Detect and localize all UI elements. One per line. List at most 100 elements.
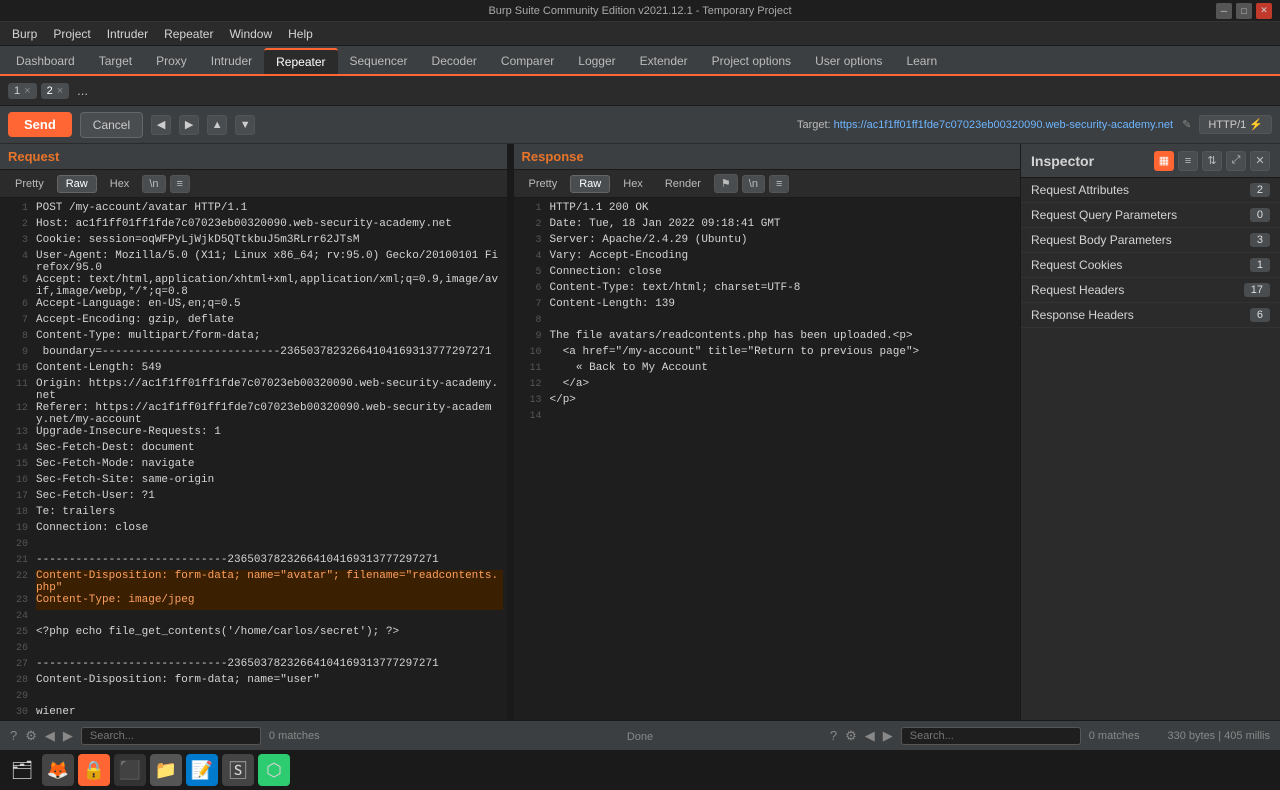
response-line: 14 <box>514 410 1021 426</box>
request-tab-hex[interactable]: Hex <box>101 175 139 193</box>
request-tab-1[interactable]: 1× <box>8 83 37 99</box>
request-line: 30wiener <box>0 706 507 720</box>
down-arrow[interactable]: ▼ <box>235 115 255 135</box>
menu-item-window[interactable]: Window <box>221 25 280 43</box>
cancel-button[interactable]: Cancel <box>80 112 143 138</box>
http-version-selector[interactable]: HTTP/1 ⚡ <box>1199 115 1272 134</box>
taskbar-burp-icon[interactable]: 🔒 <box>78 754 110 786</box>
edit-target-icon[interactable]: ✎ <box>1182 119 1191 131</box>
nav-tab-repeater[interactable]: Repeater <box>264 48 337 74</box>
nav-tabs: DashboardTargetProxyIntruderRepeaterSequ… <box>0 46 1280 76</box>
taskbar: 🗂 🦊 🔒 ⬛ 📁 📝 🅂 ⬡ <box>0 750 1280 790</box>
nav-tab-logger[interactable]: Logger <box>566 48 627 74</box>
request-panel-tabs: Pretty Raw Hex \n ≡ <box>0 170 507 198</box>
taskbar-files2-icon[interactable]: 📁 <box>150 754 182 786</box>
search-input-right[interactable] <box>901 727 1081 745</box>
request-line: 24 <box>0 610 507 626</box>
send-button[interactable]: Send <box>8 112 72 137</box>
inspector-row[interactable]: Request Cookies1 <box>1021 253 1280 278</box>
panels: Request Pretty Raw Hex \n ≡ 1POST /my-ac… <box>0 144 1020 720</box>
request-line: 14Sec-Fetch-Dest: document <box>0 442 507 458</box>
request-line: 17Sec-Fetch-User: ?1 <box>0 490 507 506</box>
request-content[interactable]: 1POST /my-account/avatar HTTP/1.12Host: … <box>0 198 507 720</box>
inspector-row[interactable]: Request Query Parameters0 <box>1021 203 1280 228</box>
response-line: 13</p> <box>514 394 1021 410</box>
menu-item-intruder[interactable]: Intruder <box>99 25 156 43</box>
inspector-row[interactable]: Request Headers17 <box>1021 278 1280 303</box>
request-line: 28Content-Disposition: form-data; name="… <box>0 674 507 690</box>
inspector-row[interactable]: Request Attributes2 <box>1021 178 1280 203</box>
response-tab-pretty[interactable]: Pretty <box>520 175 567 193</box>
response-tab-render[interactable]: Render <box>656 175 710 193</box>
request-line: 16Sec-Fetch-Site: same-origin <box>0 474 507 490</box>
request-line: 2Host: ac1f1ff01ff1fde7c07023eb00320090.… <box>0 218 507 234</box>
inspector-view-btn-1[interactable]: ▦ <box>1154 151 1174 171</box>
taskbar-app1-icon[interactable]: 🅂 <box>222 754 254 786</box>
inspector-sort-btn[interactable]: ⇅ <box>1202 151 1222 171</box>
response-tab-raw[interactable]: Raw <box>570 175 610 193</box>
nav-tab-decoder[interactable]: Decoder <box>420 48 489 74</box>
request-line: 3Cookie: session=oqWFPyLjWjkD5QTtkbuJ5m3… <box>0 234 507 250</box>
nav-tab-comparer[interactable]: Comparer <box>489 48 566 74</box>
settings-icon-left[interactable]: ⚙ <box>25 728 37 744</box>
inspector-close-btn[interactable]: ✕ <box>1250 151 1270 171</box>
nav-tab-sequencer[interactable]: Sequencer <box>338 48 420 74</box>
nav-tab-target[interactable]: Target <box>87 48 144 74</box>
nav-tab-user-options[interactable]: User options <box>803 48 894 74</box>
response-tab-hex[interactable]: Hex <box>614 175 652 193</box>
nav-tab-learn[interactable]: Learn <box>894 48 949 74</box>
forward-icon-right[interactable]: ▶ <box>883 728 893 744</box>
request-tabs-more[interactable]: ... <box>77 83 88 98</box>
inspector-view-btn-2[interactable]: ≡ <box>1178 151 1198 171</box>
back-icon-right[interactable]: ◀ <box>865 728 875 744</box>
nav-tab-dashboard[interactable]: Dashboard <box>4 48 87 74</box>
taskbar-firefox-icon[interactable]: 🦊 <box>42 754 74 786</box>
back-icon-left[interactable]: ◀ <box>45 728 55 744</box>
nav-tab-project-options[interactable]: Project options <box>700 48 803 74</box>
menu-item-burp[interactable]: Burp <box>4 25 45 43</box>
window-controls[interactable]: ─ □ ✕ <box>1216 3 1272 19</box>
help-icon-left[interactable]: ? <box>10 728 17 743</box>
help-icon-right[interactable]: ? <box>830 728 837 743</box>
inspector-row[interactable]: Request Body Parameters3 <box>1021 228 1280 253</box>
request-line: 20 <box>0 538 507 554</box>
nav-tab-proxy[interactable]: Proxy <box>144 48 199 74</box>
minimize-button[interactable]: ─ <box>1216 3 1232 19</box>
search-input-left[interactable] <box>81 727 261 745</box>
next-arrow[interactable]: ▶ <box>179 115 199 135</box>
nav-tab-intruder[interactable]: Intruder <box>199 48 264 74</box>
inspector-header: Inspector ▦ ≡ ⇅ ⤢ ✕ <box>1021 144 1280 178</box>
request-tab-settings[interactable]: ≡ <box>170 175 190 193</box>
request-line: 8Content-Type: multipart/form-data; <box>0 330 507 346</box>
taskbar-terminal-icon[interactable]: ⬛ <box>114 754 146 786</box>
request-tab-pretty[interactable]: Pretty <box>6 175 53 193</box>
taskbar-vscode-icon[interactable]: 📝 <box>186 754 218 786</box>
up-arrow[interactable]: ▲ <box>207 115 227 135</box>
response-tab-newline[interactable]: \n <box>742 175 765 193</box>
nav-tab-extender[interactable]: Extender <box>628 48 700 74</box>
request-line: 6Accept-Language: en-US,en;q=0.5 <box>0 298 507 314</box>
menu-item-help[interactable]: Help <box>280 25 321 43</box>
title-bar: Burp Suite Community Edition v2021.12.1 … <box>0 0 1280 22</box>
response-line: 8 <box>514 314 1021 330</box>
menu-item-project[interactable]: Project <box>45 25 98 43</box>
request-tab-2[interactable]: 2× <box>41 83 70 99</box>
request-line: 10Content-Length: 549 <box>0 362 507 378</box>
forward-icon-left[interactable]: ▶ <box>63 728 73 744</box>
request-line: 4User-Agent: Mozilla/5.0 (X11; Linux x86… <box>0 250 507 274</box>
prev-arrow[interactable]: ◀ <box>151 115 171 135</box>
response-tab-icon1[interactable]: ⚑ <box>714 174 738 193</box>
settings-icon-right[interactable]: ⚙ <box>845 728 857 744</box>
close-button[interactable]: ✕ <box>1256 3 1272 19</box>
app-title: Burp Suite Community Edition v2021.12.1 … <box>488 5 791 17</box>
inspector-expand-btn[interactable]: ⤢ <box>1226 151 1246 171</box>
taskbar-files-icon[interactable]: 🗂 <box>6 754 38 786</box>
response-tab-settings[interactable]: ≡ <box>769 175 789 193</box>
taskbar-app2-icon[interactable]: ⬡ <box>258 754 290 786</box>
menu-item-repeater[interactable]: Repeater <box>156 25 221 43</box>
request-tab-raw[interactable]: Raw <box>57 175 97 193</box>
request-tab-newline[interactable]: \n <box>142 175 165 193</box>
maximize-button[interactable]: □ <box>1236 3 1252 19</box>
inspector-row[interactable]: Response Headers6 <box>1021 303 1280 328</box>
response-content[interactable]: 1HTTP/1.1 200 OK2Date: Tue, 18 Jan 2022 … <box>514 198 1021 720</box>
